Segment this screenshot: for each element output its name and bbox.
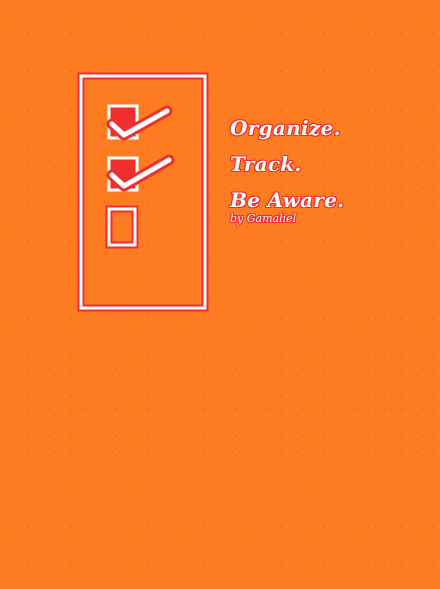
splash-screen: { "splash": { "logo_icon": "checklist-ic… [0,0,440,589]
tagline-organize: Organize. [230,116,341,140]
clipboard-frame [77,72,209,312]
checked-box-1 [106,104,173,141]
tagline-track: Track. [230,152,302,176]
tagline: Organize. Track. Be Aware. by Gamaliel [230,110,344,226]
checked-box-2 [106,154,175,192]
checklist-icon [77,72,209,312]
empty-box [105,205,139,249]
